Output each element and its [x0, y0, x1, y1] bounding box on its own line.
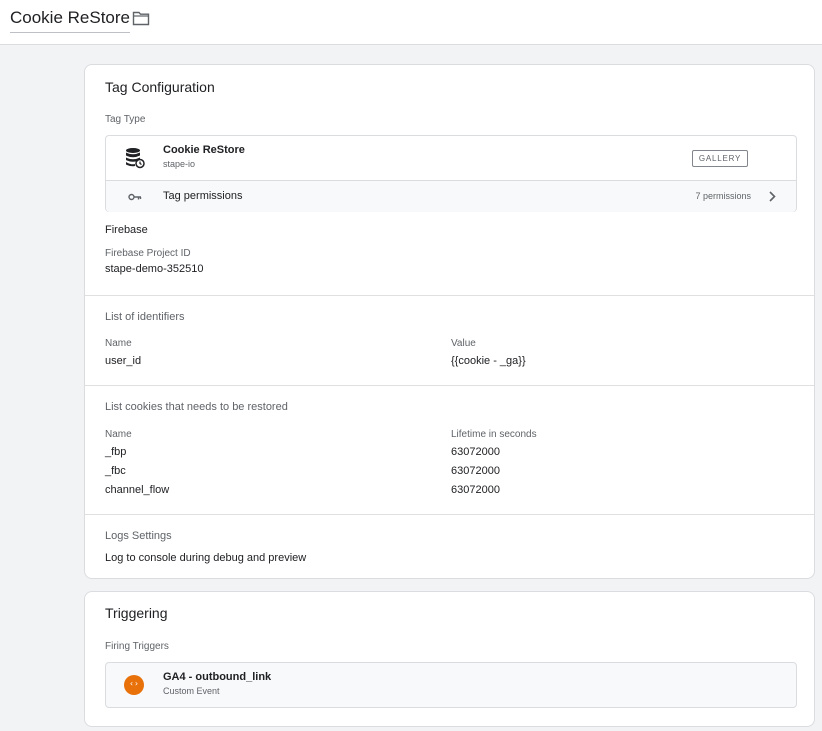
chevron-right-icon[interactable] — [769, 191, 776, 202]
database-restore-icon — [126, 148, 145, 169]
cookie-lifetime: 63072000 — [451, 484, 500, 496]
firebase-project-value: stape-demo-352510 — [105, 263, 204, 275]
identifiers-col-value: Value — [451, 338, 476, 349]
cookie-lifetime: 63072000 — [451, 446, 500, 458]
tag-title[interactable]: Cookie ReStore — [10, 8, 131, 33]
cookies-col-name: Name — [105, 429, 132, 440]
top-bar: Cookie ReStore — [0, 0, 822, 45]
tag-permissions-row[interactable]: Tag permissions 7 permissions — [106, 180, 796, 212]
tag-type-label: Tag Type — [105, 114, 146, 125]
gallery-button[interactable]: GALLERY — [692, 150, 748, 167]
firing-triggers-label: Firing Triggers — [105, 641, 169, 652]
card-title: Tag Configuration — [105, 79, 215, 95]
cookie-name: _fbc — [105, 465, 126, 477]
custom-event-glyph: ‹› — [129, 679, 139, 688]
identifiers-col-name: Name — [105, 338, 132, 349]
identifier-value: {{cookie - _ga}} — [451, 355, 526, 367]
cookies-col-lifetime: Lifetime in seconds — [451, 429, 537, 440]
trigger-name: GA4 - outbound_link — [163, 671, 272, 683]
divider — [85, 295, 814, 296]
tag-permissions-label: Tag permissions — [163, 190, 243, 202]
folder-icon[interactable] — [132, 11, 150, 26]
cookies-title: List cookies that needs to be restored — [105, 401, 288, 413]
firebase-heading: Firebase — [105, 224, 148, 236]
permissions-count: 7 permissions — [695, 191, 751, 201]
trigger-item[interactable]: ‹› GA4 - outbound_link Custom Event — [105, 662, 797, 708]
card-title: Triggering — [105, 605, 168, 621]
custom-event-icon: ‹› — [124, 675, 144, 695]
divider — [85, 514, 814, 515]
cookie-name: channel_flow — [105, 484, 170, 496]
identifier-name: user_id — [105, 355, 142, 367]
cookie-name: _fbp — [105, 446, 127, 458]
tag-type-row[interactable]: Cookie ReStore stape-io GALLERY — [106, 136, 796, 180]
logs-title: Logs Settings — [105, 530, 172, 542]
key-icon — [128, 193, 142, 201]
firebase-project-label: Firebase Project ID — [105, 248, 191, 259]
tag-type-name: Cookie ReStore — [163, 144, 245, 156]
trigger-type: Custom Event — [163, 686, 220, 696]
cookie-lifetime: 63072000 — [451, 465, 500, 477]
tag-type-box[interactable]: Cookie ReStore stape-io GALLERY Tag perm… — [105, 135, 797, 212]
triggering-card[interactable]: Triggering Firing Triggers ‹› GA4 - outb… — [84, 591, 815, 727]
identifiers-title: List of identifiers — [105, 311, 185, 323]
tag-type-vendor: stape-io — [163, 159, 196, 169]
divider — [85, 385, 814, 386]
tag-configuration-card[interactable]: Tag Configuration Tag Type Cookie ReStor… — [84, 64, 815, 579]
logs-value: Log to console during debug and preview — [105, 552, 307, 564]
